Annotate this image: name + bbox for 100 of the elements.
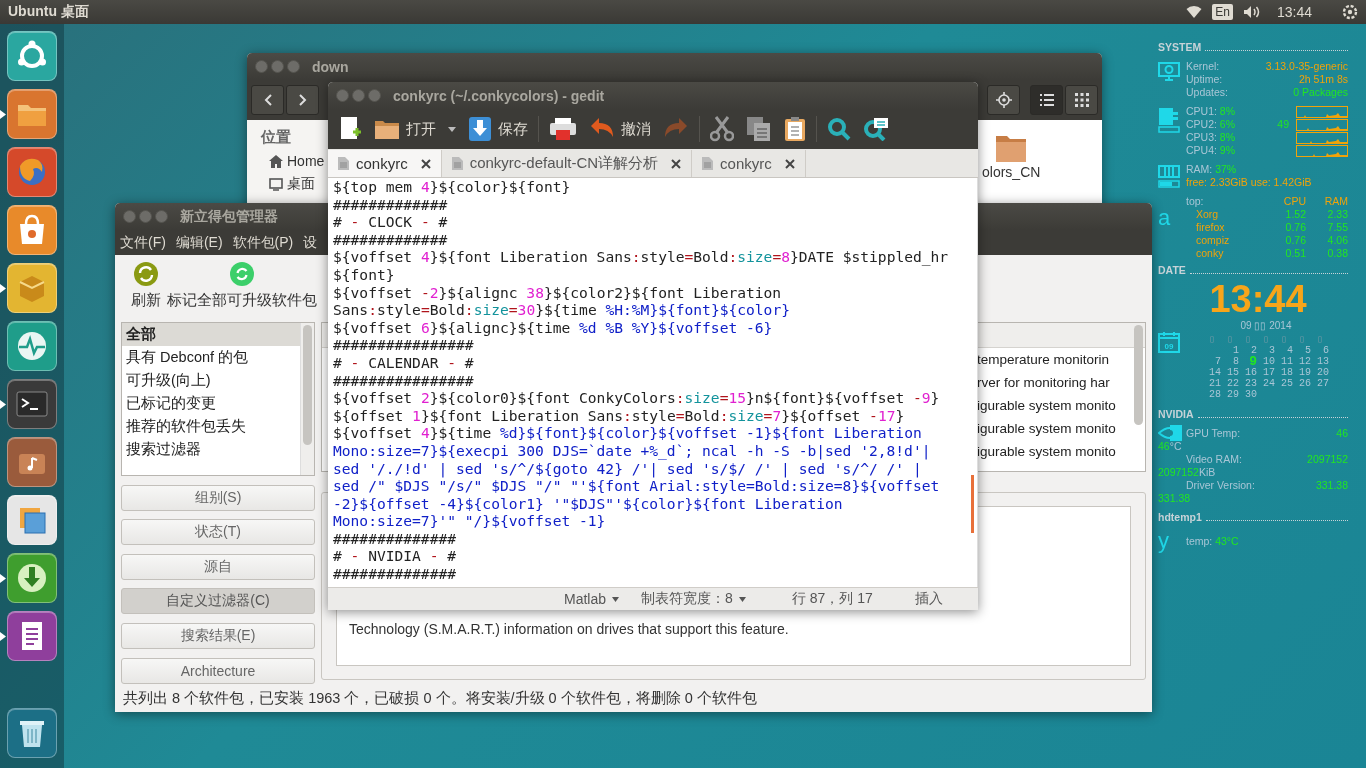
minimize-button[interactable]: [352, 89, 365, 102]
close-icon[interactable]: [420, 158, 431, 169]
launcher-button[interactable]: [7, 437, 57, 487]
launcher-button[interactable]: [7, 205, 57, 255]
view-button[interactable]: 组别(S): [121, 484, 315, 511]
launcher-button[interactable]: [7, 553, 57, 603]
maximize-button[interactable]: [155, 210, 168, 223]
package-description[interactable]: temperature monitorin: [977, 352, 1133, 367]
undo-button[interactable]: 撤消: [585, 112, 655, 146]
close-button[interactable]: [255, 60, 268, 73]
panel-clock[interactable]: 13:44: [1276, 4, 1312, 20]
folder-icon: [374, 118, 400, 140]
tab-width-selector[interactable]: 制表符宽度：8: [641, 590, 746, 608]
package-description[interactable]: igurable system monito: [977, 421, 1133, 436]
scrollbar[interactable]: [300, 323, 314, 475]
menu-item[interactable]: 文件(F): [120, 233, 166, 252]
document-tab[interactable]: conkyrc-default-CN详解分析: [441, 150, 693, 177]
minimize-button[interactable]: [271, 60, 284, 73]
view-button[interactable]: 源自: [121, 553, 315, 580]
code-line: Sans:style=Bold:size=30}${time %H:%M}${font}${color}: [333, 301, 791, 319]
gpu-label: Driver Version:: [1186, 479, 1256, 492]
save-button[interactable]: 保存: [464, 112, 532, 146]
font-glyph: a: [1158, 207, 1172, 232]
maximize-button[interactable]: [368, 89, 381, 102]
code-line: ${voffset 6}${alignc}${time %d %B %Y}${voffset -6}: [333, 318, 774, 337]
toolbar-button[interactable]: 标记全部可升级软件包: [165, 261, 319, 310]
sidebar-heading: 位置: [261, 128, 292, 147]
column-heading: CPU: [1282, 195, 1306, 208]
filter-item[interactable]: 可升级(向上): [122, 369, 300, 392]
info-label: Uptime:: [1186, 73, 1223, 86]
document-tab[interactable]: conkyrc: [692, 150, 806, 177]
process-ram: 7.55: [1326, 221, 1348, 234]
menu-item[interactable]: 编辑(E): [175, 233, 223, 252]
caret-icon: [612, 596, 620, 602]
close-button[interactable]: [336, 89, 349, 102]
place-item[interactable]: 桌面: [287, 175, 315, 193]
window-title: down: [312, 58, 349, 75]
maximize-button[interactable]: [287, 60, 300, 73]
code-line: ${voffset 2}${color0}${font ConkyColors:size=15}n${font}${voffset -9}: [333, 389, 941, 407]
code-line: -2}${offset -4}${color1} '"$DJS"'${color}${font Liberation: [333, 494, 844, 513]
launcher-button[interactable]: [7, 708, 57, 758]
filter-item[interactable]: 已标记的变更: [122, 392, 300, 415]
list-view-button[interactable]: [1030, 85, 1063, 115]
launcher-button[interactable]: [7, 31, 57, 81]
language-selector[interactable]: Matlab: [564, 591, 620, 607]
locate-button[interactable]: [987, 85, 1020, 115]
house-icon: [269, 154, 283, 168]
package-description[interactable]: rver for monitoring har: [977, 375, 1133, 390]
filter-item[interactable]: 全部: [122, 323, 300, 346]
back-button[interactable]: [251, 85, 284, 115]
unit-label: °C: [1169, 440, 1182, 453]
menu-item[interactable]: 设: [303, 233, 318, 252]
process-name: compiz: [1195, 234, 1230, 247]
calendar-day: 10: [1257, 356, 1275, 367]
file-label[interactable]: olors_CN: [982, 164, 1041, 180]
scrollbar-thumb[interactable]: [1134, 325, 1143, 425]
processor-icon: [1158, 107, 1180, 133]
code-editor[interactable]: [328, 178, 978, 587]
place-item[interactable]: Home: [287, 153, 325, 169]
forward-button[interactable]: [286, 85, 319, 115]
menu-item[interactable]: 软件包(P): [232, 233, 294, 252]
filter-item[interactable]: 搜索过滤器: [122, 438, 300, 461]
calendar-day: 29: [1221, 389, 1239, 400]
open-button[interactable]: 打开: [370, 112, 440, 146]
launcher-button[interactable]: [7, 495, 57, 545]
view-button[interactable]: Architecture: [121, 657, 315, 684]
process-cpu: 0.76: [1284, 221, 1306, 234]
grid-view-button[interactable]: [1065, 85, 1098, 115]
minimize-button[interactable]: [139, 210, 152, 223]
process-ram: 2.33: [1326, 208, 1348, 221]
calendar-day: 25: [1275, 378, 1293, 389]
code-line: ${top mem 4}${color}${font}: [333, 178, 572, 196]
toolbar-button[interactable]: 刷新: [129, 261, 163, 310]
close-button[interactable]: [123, 210, 136, 223]
wifi-icon[interactable]: [1186, 5, 1203, 19]
package-description[interactable]: igurable system monito: [977, 398, 1133, 413]
process-ram: 4.06: [1326, 234, 1348, 247]
window-title: 新立得包管理器: [180, 207, 278, 226]
launcher-button[interactable]: [7, 611, 57, 661]
view-button[interactable]: 搜索结果(E): [121, 622, 315, 649]
launcher-button[interactable]: [7, 321, 57, 371]
volume-icon[interactable]: [1242, 5, 1261, 19]
close-icon[interactable]: [784, 158, 795, 169]
calendar-day: 7: [1203, 356, 1221, 367]
view-button[interactable]: 状态(T): [121, 519, 315, 546]
document-icon: [338, 157, 349, 170]
view-button[interactable]: 自定义过滤器(C): [121, 588, 315, 615]
search-icon: [827, 117, 851, 141]
keyboard-indicator[interactable]: En: [1212, 4, 1233, 20]
scrollbar-thumb[interactable]: [971, 475, 974, 533]
filter-item[interactable]: 具有 Debconf 的包: [122, 346, 300, 369]
search-replace-icon: [863, 117, 889, 141]
filter-item[interactable]: 推荐的软件包丢失: [122, 415, 300, 438]
package-description[interactable]: igurable system monito: [977, 444, 1133, 459]
calendar-day: 11: [1275, 356, 1293, 367]
launcher-button[interactable]: [7, 379, 57, 429]
power-gear-icon[interactable]: [1342, 4, 1358, 20]
document-tab[interactable]: conkyrc: [328, 150, 442, 177]
close-icon[interactable]: [671, 158, 682, 169]
info-value: 2h 51m 8s: [1298, 73, 1348, 86]
